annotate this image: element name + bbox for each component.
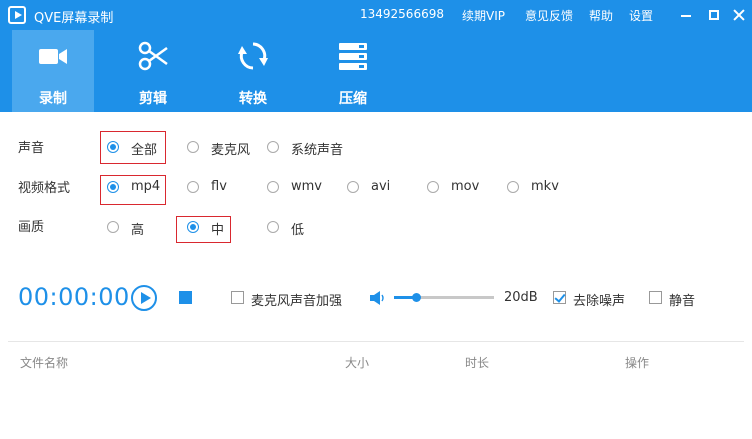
format-label: 视频格式	[18, 181, 71, 196]
radio-mkv[interactable]	[507, 181, 519, 193]
tab-edit[interactable]: 剪辑	[112, 30, 194, 112]
volume-slider[interactable]	[394, 293, 494, 302]
phone-number: 13492566698	[360, 7, 444, 21]
tab-edit-label: 剪辑	[139, 91, 167, 107]
column-header-actions: 操作	[625, 356, 650, 370]
radio-medium[interactable]	[187, 221, 199, 233]
close-button[interactable]	[729, 5, 749, 25]
mute-label: 静音	[669, 294, 696, 309]
title-bar: QVE屏幕录制 13492566698 续期VIP 意见反馈 帮助 设置	[0, 0, 752, 30]
option-label: 低	[291, 223, 305, 238]
radio-mov[interactable]	[427, 181, 439, 193]
speaker-icon[interactable]	[369, 290, 385, 306]
volume-value: 20dB	[504, 290, 538, 305]
checkbox-box[interactable]	[553, 291, 566, 304]
checkmark-icon	[554, 291, 566, 303]
radio-wmv[interactable]	[267, 181, 279, 193]
volume-slider-handle[interactable]	[412, 293, 421, 302]
tab-compress[interactable]: 压缩	[312, 30, 394, 112]
option-label: 系统声音	[291, 143, 344, 158]
option-label: mov	[451, 179, 480, 194]
option-label: mkv	[531, 179, 559, 194]
radio-low[interactable]	[267, 221, 279, 233]
tab-record[interactable]: 录制	[12, 30, 94, 112]
help-link[interactable]: 帮助	[589, 7, 613, 24]
option-label: 全部	[131, 143, 158, 158]
option-label: mp4	[131, 179, 161, 194]
column-header-size: 大小	[345, 356, 370, 370]
app-title: QVE屏幕录制	[34, 11, 114, 26]
stop-button[interactable]	[179, 291, 192, 304]
radio-mp4[interactable]	[107, 181, 119, 193]
sound-label: 声音	[18, 141, 45, 156]
radio-system[interactable]	[267, 141, 279, 153]
mic-boost-label: 麦克风声音加强	[251, 294, 343, 309]
column-header-filename: 文件名称	[20, 356, 69, 370]
recording-timer: 00:00:00	[18, 283, 130, 311]
maximize-button[interactable]	[704, 5, 724, 25]
checkbox-box[interactable]	[231, 291, 244, 304]
feedback-link[interactable]: 意见反馈	[525, 7, 573, 24]
renew-vip-link[interactable]: 续期VIP	[462, 7, 505, 24]
main-toolbar: 录制 剪辑 转换 压缩	[0, 30, 752, 112]
radio-all[interactable]	[107, 141, 119, 153]
divider	[8, 341, 744, 342]
minimize-button[interactable]	[676, 5, 696, 25]
radio-flv[interactable]	[187, 181, 199, 193]
checkbox-box[interactable]	[649, 291, 662, 304]
option-label: 高	[131, 223, 145, 238]
option-label: avi	[371, 179, 391, 194]
radio-avi[interactable]	[347, 181, 359, 193]
tab-convert-label: 转换	[239, 91, 267, 107]
radio-high[interactable]	[107, 221, 119, 233]
scissors-icon	[138, 41, 168, 71]
tab-convert[interactable]: 转换	[212, 30, 294, 112]
stack-icon	[339, 43, 367, 70]
option-label: wmv	[291, 179, 322, 194]
radio-mic[interactable]	[187, 141, 199, 153]
denoise-label: 去除噪声	[573, 294, 626, 309]
settings-link[interactable]: 设置	[629, 7, 653, 24]
option-label: 麦克风	[211, 143, 251, 158]
play-button[interactable]	[131, 285, 157, 311]
quality-label: 画质	[18, 220, 45, 235]
option-label: flv	[211, 179, 227, 194]
option-label: 中	[211, 223, 225, 238]
video-camera-icon	[39, 49, 67, 64]
app-logo-icon	[8, 6, 26, 24]
tab-record-label: 录制	[39, 91, 67, 107]
tab-compress-label: 压缩	[339, 91, 367, 107]
column-header-duration: 时长	[465, 356, 490, 370]
refresh-icon	[238, 42, 268, 70]
